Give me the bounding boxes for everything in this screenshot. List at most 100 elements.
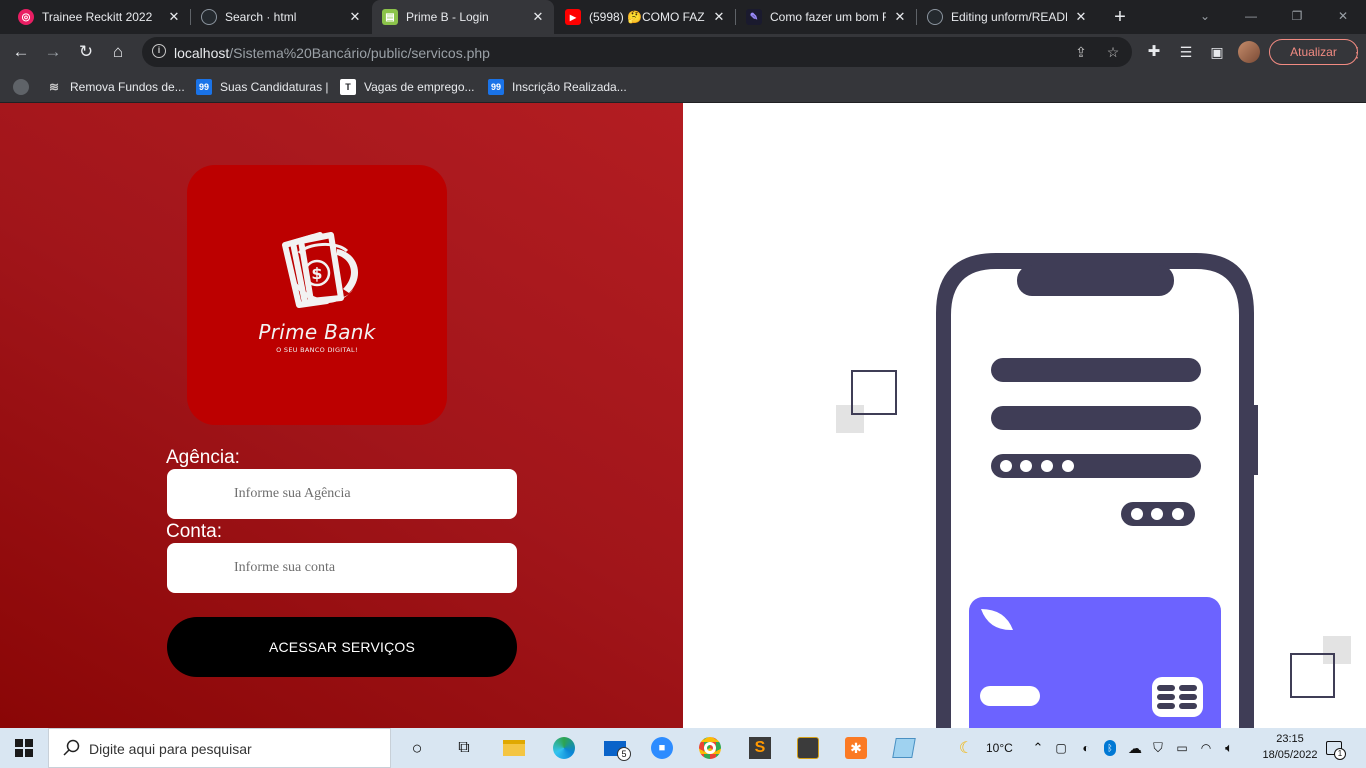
close-icon[interactable]: ✕: [1073, 9, 1089, 25]
page-content: $ Prime Bank O SEU BANCO DIGITAL! Agênci…: [0, 103, 1366, 728]
reading-list-icon[interactable]: ☰: [1173, 39, 1199, 65]
clock-date: 18/05/2022: [1262, 749, 1318, 761]
bookmark-vagas-de-emprego[interactable]: T Vagas de emprego...: [340, 76, 475, 98]
tab-title: (5998) 🤔COMO FAZER: [589, 10, 705, 24]
close-icon[interactable]: ✕: [711, 9, 727, 25]
weather-moon-icon[interactable]: ☾: [954, 728, 978, 768]
onedrive-cloud-icon[interactable]: ☁: [1126, 728, 1144, 768]
access-services-button[interactable]: ACESSAR SERVIÇOS: [167, 617, 517, 677]
wifi-icon[interactable]: ◠: [1198, 728, 1214, 768]
edge-icon[interactable]: [550, 728, 578, 768]
back-arrow-icon[interactable]: ←: [8, 39, 34, 65]
agency-input[interactable]: [167, 469, 517, 519]
tab-prime-b-login[interactable]: ▤ Prime B - Login ✕: [372, 0, 554, 34]
notification-count: 1: [1334, 748, 1346, 760]
pin-dot: [1172, 508, 1184, 520]
text-field-bar: [991, 406, 1201, 430]
bookmark-label: Remova Fundos de...: [70, 80, 185, 94]
taskbar-app-icon[interactable]: [794, 728, 822, 768]
url-text[interactable]: localhost/Sistema%20Bancário/public/serv…: [174, 45, 490, 61]
share-icon[interactable]: ⇪: [1071, 42, 1091, 62]
brand-name: Prime Bank: [258, 320, 376, 344]
address-bar[interactable]: i localhost/Sistema%20Bancário/public/se…: [142, 37, 1132, 67]
xampp-icon[interactable]: ✱: [842, 728, 870, 768]
card-chip-line: [1157, 694, 1175, 700]
minimize-icon[interactable]: —: [1228, 0, 1274, 34]
tray-app-icon[interactable]: ◐: [1078, 728, 1094, 768]
bookmark-suas-candidaturas[interactable]: 99 Suas Candidaturas |: [196, 76, 329, 98]
menu-kebab-icon[interactable]: ⋮: [1350, 43, 1364, 61]
sublime-text-icon[interactable]: S: [746, 728, 774, 768]
bookmark-star-icon[interactable]: ☆: [1103, 42, 1123, 62]
forward-arrow-icon[interactable]: →: [40, 39, 66, 65]
money-bag-logo-icon: $: [282, 232, 359, 308]
decor-square-grey: [836, 405, 864, 433]
file-explorer-icon[interactable]: [500, 728, 528, 768]
notification-center-icon[interactable]: 1: [1322, 728, 1346, 768]
tab-search-html[interactable]: Search · html ✕: [191, 0, 371, 34]
reload-icon[interactable]: ↻: [73, 39, 99, 65]
bookmark-label: Inscrição Realizada...: [512, 80, 627, 94]
tray-device-icon[interactable]: ▢: [1053, 728, 1069, 768]
tab-editing-unform[interactable]: Editing unform/READM ✕: [917, 0, 1097, 34]
svg-text:$: $: [311, 264, 322, 283]
home-icon[interactable]: ⌂: [105, 39, 131, 65]
tab-youtube[interactable]: ▶ (5998) 🤔COMO FAZER ✕: [555, 0, 735, 34]
mail-badge: 5: [617, 747, 631, 761]
cortana-circle-icon[interactable]: ○: [402, 728, 432, 768]
tab-como-fazer[interactable]: ✎ Como fazer um bom R ✕: [736, 0, 916, 34]
globe-icon: [13, 79, 29, 95]
close-icon[interactable]: ✕: [166, 9, 182, 25]
zoom-icon[interactable]: ■: [648, 728, 676, 768]
extensions-puzzle-icon[interactable]: ✚: [1141, 39, 1167, 65]
bookmark-remova-fundos[interactable]: ≋ Remova Fundos de...: [46, 76, 185, 98]
card-chip-line: [1179, 703, 1197, 709]
close-icon[interactable]: ✕: [530, 9, 546, 25]
decor-square-grey: [1323, 636, 1351, 664]
taskbar-search-input[interactable]: Digite aqui para pesquisar: [48, 728, 391, 768]
weather-temperature[interactable]: 10°C: [986, 741, 1013, 755]
site-info-icon[interactable]: i: [152, 44, 166, 58]
restore-icon[interactable]: ❐: [1274, 0, 1320, 34]
start-windows-icon[interactable]: [0, 728, 48, 768]
t-icon: T: [340, 79, 356, 95]
tab-trainee-reckitt[interactable]: ◎ Trainee Reckitt 2022 ✕: [8, 0, 190, 34]
notepad-icon[interactable]: [890, 728, 918, 768]
text-field-bar: [991, 358, 1201, 382]
phone-notch: [1017, 265, 1174, 296]
window-close-icon[interactable]: ✕: [1320, 0, 1366, 34]
apps-globe-icon[interactable]: [13, 76, 37, 98]
side-panel-icon[interactable]: ▣: [1204, 39, 1230, 65]
tab-search-chevron-icon[interactable]: ⌄: [1182, 0, 1228, 34]
close-icon[interactable]: ✕: [347, 9, 363, 25]
password-dot: [1020, 460, 1032, 472]
account-input[interactable]: [167, 543, 517, 593]
gupy-icon: ◎: [18, 9, 34, 25]
bluetooth-icon[interactable]: ᛒ: [1102, 728, 1118, 768]
task-view-icon[interactable]: ⧉: [450, 728, 478, 768]
bookmark-label: Suas Candidaturas |: [220, 80, 329, 94]
feather-icon: ✎: [746, 9, 762, 25]
volume-icon[interactable]: 🔈︎: [1220, 728, 1238, 768]
password-dot: [1062, 460, 1074, 472]
update-button[interactable]: Atualizar: [1269, 39, 1358, 65]
profile-avatar[interactable]: [1238, 41, 1260, 63]
github-icon: [927, 9, 943, 25]
close-icon[interactable]: ✕: [892, 9, 908, 25]
card-name-bar: [980, 686, 1040, 706]
tab-title: Como fazer um bom R: [770, 10, 886, 24]
battery-plug-icon[interactable]: ▭: [1174, 728, 1190, 768]
chrome-icon[interactable]: [696, 728, 724, 768]
login-panel: $ Prime Bank O SEU BANCO DIGITAL! Agênci…: [0, 103, 683, 728]
page-icon: ▤: [382, 9, 398, 25]
tray-chevron-up-icon[interactable]: ⌃: [1030, 728, 1046, 768]
bookmark-inscricao-realizada[interactable]: 99 Inscrição Realizada...: [488, 76, 627, 98]
windows-taskbar: Digite aqui para pesquisar ○ ⧉ 5 ■ S ✱ ☾…: [0, 728, 1366, 768]
password-dot: [1000, 460, 1012, 472]
security-shield-icon[interactable]: ⛉: [1150, 728, 1166, 768]
new-tab-button[interactable]: +: [1108, 5, 1132, 29]
github-icon: [201, 9, 217, 25]
99-icon: 99: [196, 79, 212, 95]
mail-icon[interactable]: 5: [598, 728, 632, 768]
system-clock[interactable]: 23:15 18/05/2022: [1262, 731, 1318, 763]
